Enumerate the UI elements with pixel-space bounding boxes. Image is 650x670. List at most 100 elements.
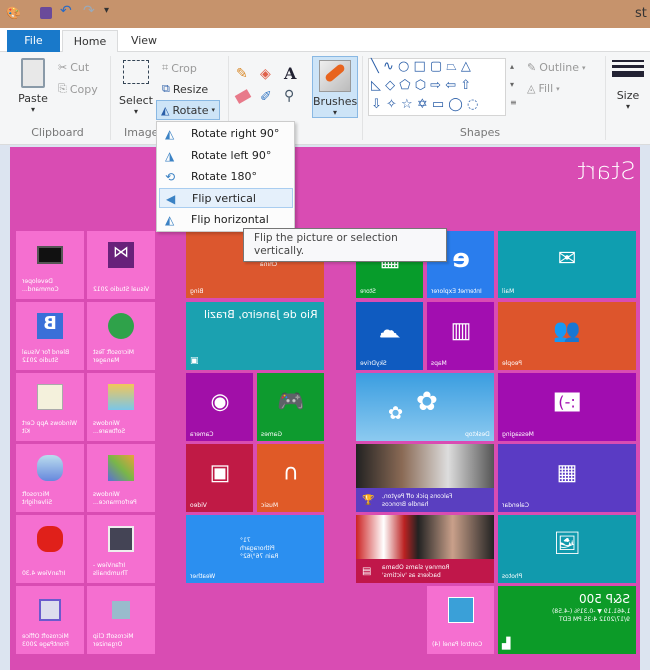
news-photo — [356, 515, 494, 559]
menu-item-flip-horizontal[interactable]: ◭ Flip horizontal — [159, 210, 293, 230]
mail-icon: ✉ — [557, 246, 577, 272]
tile-label: Photos — [502, 573, 523, 580]
size-label: Size — [616, 89, 640, 102]
gallery-scroll-icon[interactable]: ▴ ▾ ≡ — [510, 62, 517, 107]
text-icon[interactable]: A — [284, 64, 296, 83]
tile-label: IrfanView - Thumbnails — [93, 562, 128, 577]
tile: Windows App Cert Kit — [16, 373, 84, 441]
news-headline: Romney slams Obama backers as 'victims' — [382, 564, 450, 579]
save-icon[interactable] — [40, 7, 52, 19]
paste-label: Paste — [18, 92, 48, 105]
tab-view[interactable]: View — [122, 30, 166, 52]
cut-button[interactable]: ✂ Cut — [58, 61, 89, 74]
paste-button[interactable]: Paste ▾ — [10, 54, 56, 116]
paint-icon: 🎨 — [6, 6, 21, 20]
customize-quick-access-icon[interactable]: ▾ — [104, 5, 109, 16]
copy-icon: ⎘ — [58, 82, 67, 95]
pencil-icon[interactable]: ✎ — [236, 66, 248, 82]
gamepad-icon: 🎮 — [276, 389, 305, 415]
shape-row3-icon[interactable]: ⇩ ✧ ☆ ✡ ▭ ◯ ◌ — [371, 97, 478, 112]
finance-title: S&P 500 — [579, 592, 630, 606]
image-group-label: Image — [124, 126, 159, 139]
tile-people: 👥 People — [498, 302, 636, 370]
tile-label: Music — [261, 502, 279, 509]
brushes-button[interactable]: Brushes ▾ — [312, 56, 358, 118]
tile-desktop: ✿ ✿ Desktop — [356, 373, 494, 441]
shape-line-icon[interactable]: ╲ ∿ ○ □ ▢ ⏢ △ — [371, 59, 471, 74]
tile-label: Microsoft Clip Organizer — [93, 633, 134, 648]
brush-icon — [319, 60, 351, 92]
messaging-icon: :-) — [554, 392, 580, 412]
tile: Windows Performance... — [87, 444, 155, 512]
tile-weather: 71° Pithoragarh Rain 76°/62° Weather — [186, 515, 324, 583]
tile-games: 🎮 Games — [257, 373, 324, 441]
fill-label: Fill — [538, 82, 554, 95]
photo-icon: 🖼 — [553, 531, 581, 557]
copy-button[interactable]: ⎘ Copy — [58, 82, 98, 96]
ie-icon: e — [451, 244, 470, 275]
flip-horizontal-icon: ◭ — [165, 213, 175, 227]
shape-row2-icon[interactable]: ◺ ◇ ⬠ ⬡ ⇨ ⇦ ⇧ — [371, 78, 471, 93]
tile-label: People — [502, 360, 522, 367]
frontpage-icon — [39, 599, 61, 622]
size-button[interactable]: Size ▾ — [612, 60, 644, 111]
menu-item-rotate-left[interactable]: ◮ Rotate left 90° — [159, 146, 293, 166]
redo-icon[interactable]: ↷ — [83, 3, 95, 19]
trophy-icon: 🏆 — [362, 495, 375, 506]
window-title: st — [635, 6, 647, 21]
brushes-label: Brushes — [313, 95, 358, 108]
tile-label: Store — [360, 288, 376, 295]
color-picker-icon[interactable]: ✐ — [260, 89, 272, 105]
fill-icon: ◬ — [527, 82, 536, 95]
tile: Microsoft Office FrontPage 2003 — [16, 586, 84, 654]
select-button[interactable]: Select ▾ — [116, 56, 156, 118]
tile-label: Messaging — [502, 431, 534, 438]
rotate-right-icon: ◭ — [165, 127, 175, 141]
menu-item-flip-vertical[interactable]: ◀ Flip vertical — [159, 188, 293, 208]
daisy-icon: ✿ — [416, 387, 438, 417]
fill-button[interactable]: ◬ Fill ▾ — [527, 82, 560, 95]
tile-travel: Rio de Janeiro, Brazil ▣ — [186, 302, 324, 370]
outline-button[interactable]: ✎ Outline ▾ — [527, 61, 586, 74]
calendar-icon: ▦ — [556, 460, 578, 486]
tile-label: Visual Studio 2012 — [93, 286, 150, 293]
menu-item-rotate-right[interactable]: ◭ Rotate right 90° — [159, 124, 293, 144]
size-icon — [612, 71, 644, 77]
menu-label: Flip horizontal — [191, 213, 269, 226]
tile: IrfanView - Thumbnails — [87, 515, 155, 583]
crop-button[interactable]: ⌗ Crop — [162, 61, 197, 75]
performance-icon — [108, 455, 134, 482]
menu-item-rotate-180[interactable]: ⟲ Rotate 180° — [159, 167, 293, 187]
silverlight-icon — [37, 455, 63, 482]
outline-label: Outline — [539, 61, 580, 74]
undo-icon[interactable]: ↶ — [60, 3, 72, 19]
start-heading: Start — [577, 157, 636, 185]
tile-sports: Falcons pick off Peyton, handle Broncos 🏆 — [356, 444, 494, 512]
eraser-icon[interactable] — [234, 89, 252, 104]
fill-bucket-icon[interactable]: ◈ — [260, 66, 271, 82]
tile-label: Desktop — [465, 431, 490, 438]
image-canvas[interactable]: Start Developer Command... ⋈ Visual Studi… — [10, 147, 640, 670]
tile-label: Weather — [190, 573, 216, 580]
resize-icon: ⧉ — [162, 82, 170, 95]
newspaper-icon: ▤ — [362, 566, 372, 577]
shapes-group-label: Shapes — [459, 126, 501, 139]
resize-button[interactable]: ⧉ Resize — [162, 82, 208, 96]
tile-news: Romney slams Obama backers as 'victims' ▤ — [356, 515, 494, 583]
visual-studio-icon: ⋈ — [108, 242, 134, 269]
certificate-icon — [37, 384, 63, 411]
tile-label: Video — [190, 502, 207, 509]
tile-music: ∩ Music — [257, 444, 324, 512]
blend-icon: B — [37, 313, 63, 340]
sports-headline: Falcons pick off Peyton, handle Broncos — [382, 493, 453, 508]
tab-file[interactable]: File — [7, 30, 60, 52]
tab-home[interactable]: Home — [62, 30, 118, 52]
shapes-gallery[interactable]: ╲ ∿ ○ □ ▢ ⏢ △ ◺ ◇ ⬠ ⬡ ⇨ ⇦ ⇧ ⇩ ✧ ☆ ✡ ▭ ◯ … — [368, 58, 506, 116]
tile-label: Microsoft Office FrontPage 2003 — [22, 633, 69, 648]
tile: Microsoft Silverlight — [16, 444, 84, 512]
magnifier-icon[interactable]: ⚲ — [284, 88, 294, 104]
finance-quote: 1,461.19 ▼ -0.31% (-4.58) — [551, 608, 631, 615]
rotate-button[interactable]: ◭ Rotate ▾ — [156, 100, 220, 120]
test-manager-icon — [108, 313, 134, 340]
rotate-left-icon: ◮ — [165, 149, 175, 163]
